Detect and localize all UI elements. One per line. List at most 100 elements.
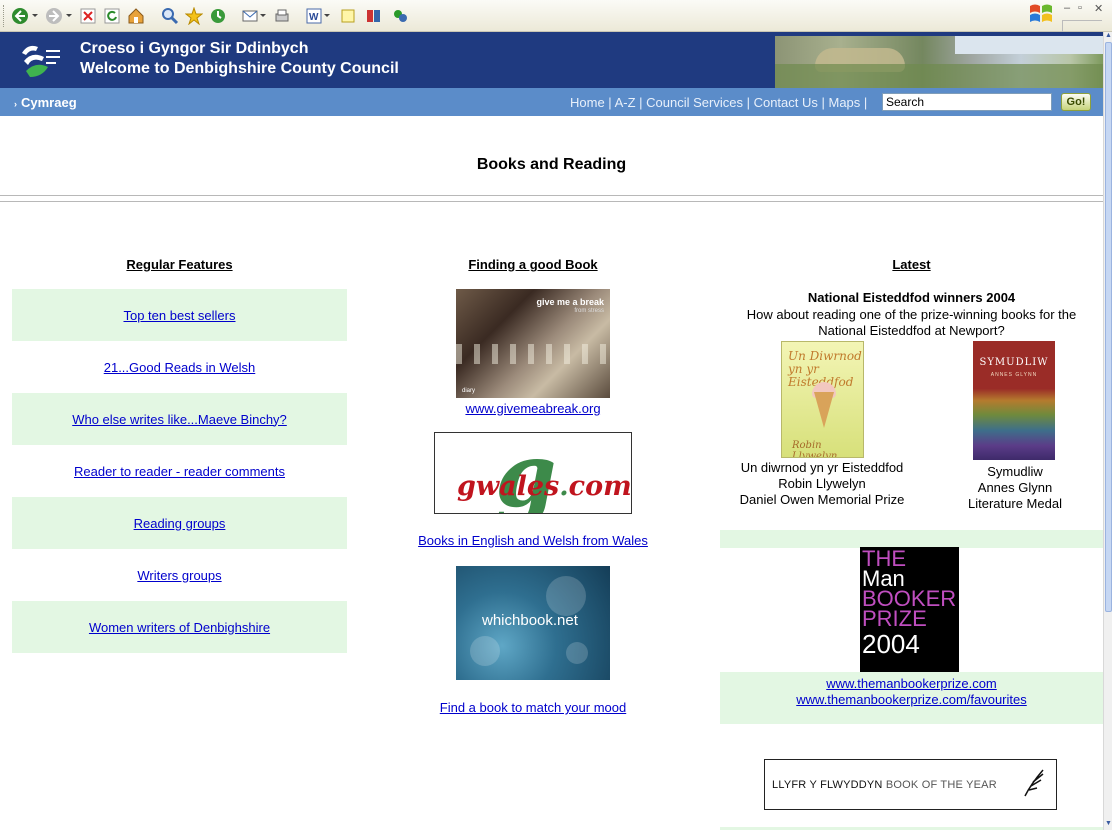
language-link-label: Cymraeg	[21, 95, 77, 110]
go-button[interactable]: Go!	[1061, 93, 1091, 111]
mail-icon[interactable]	[240, 6, 260, 26]
feature-link[interactable]: Writers groups	[137, 568, 221, 583]
print-icon[interactable]	[272, 6, 292, 26]
whichbook-image[interactable]: whichbook.net	[456, 566, 610, 680]
latest-heading: Latest	[892, 257, 931, 272]
minimize-icon[interactable]: –	[1064, 2, 1070, 14]
booker-line: 2004	[862, 629, 920, 659]
book-cover-un-diwrnod[interactable]: Un Diwrnod yn yr Eisteddfod Robin Llywel…	[781, 341, 864, 458]
givemeabreak-link-wrap: www.givemeabreak.org	[383, 401, 683, 416]
quill-icon	[1024, 769, 1044, 797]
finding-good-book-heading: Finding a good Book	[468, 257, 598, 272]
feature-link[interactable]: Reader to reader - reader comments	[74, 464, 285, 479]
list-item: Reading groups	[12, 497, 347, 549]
discuss-icon[interactable]	[338, 6, 358, 26]
site-header: Croeso i Gyngor Sir Ddinbych Welcome to …	[0, 32, 1103, 88]
browser-toolbar: W – ▫ ✕	[0, 0, 1112, 32]
llyfr-y-flwyddyn-text: LLYFR Y FLWYDDYN	[772, 778, 883, 791]
nav-links: Home | A-Z | Council Services | Contact …	[570, 95, 868, 110]
language-link[interactable]: › Cymraeg	[14, 95, 77, 110]
divider	[0, 201, 1103, 202]
search-icon[interactable]	[160, 6, 180, 26]
back-dropdown-icon[interactable]	[32, 14, 38, 17]
gwales-link-wrap: Books in English and Welsh from Wales	[383, 533, 683, 548]
nav-council-services[interactable]: Council Services	[646, 95, 743, 110]
book2-cover-title: SYMUDLIW	[979, 357, 1049, 368]
forward-dropdown-icon[interactable]	[66, 14, 72, 17]
feature-link[interactable]: Top ten best sellers	[123, 308, 235, 323]
whichbook-image-text: whichbook.net	[482, 612, 578, 629]
book1-title: Un diwrnod yn yr Eisteddfod	[740, 460, 904, 475]
givemeabreak-image[interactable]: give me a break from stress diary	[456, 289, 610, 398]
nav-home[interactable]: Home	[570, 95, 605, 110]
council-logo-icon[interactable]	[18, 41, 64, 81]
edit-word-icon[interactable]: W	[304, 6, 324, 26]
scroll-up-icon[interactable]: ▲	[1105, 32, 1112, 40]
restore-icon[interactable]: ▫	[1078, 2, 1082, 14]
forward-icon[interactable]	[44, 6, 64, 26]
givemeabreak-image-text: give me a break	[536, 297, 604, 307]
scrollbar-thumb[interactable]	[1105, 42, 1112, 612]
book1-cover-author: Robin Llywelyn	[792, 440, 838, 458]
toolbar-extra	[1062, 20, 1102, 32]
eisteddfod-intro: How about reading one of the prize-winni…	[746, 307, 1077, 338]
nav-maps[interactable]: Maps	[829, 95, 861, 110]
scroll-down-icon[interactable]: ▼	[1105, 820, 1112, 828]
home-icon[interactable]	[126, 6, 146, 26]
book1-prize: Daniel Owen Memorial Prize	[739, 492, 905, 507]
man-booker-prize-image[interactable]: THE Man BOOKER PRIZE 2004	[860, 547, 959, 672]
stop-icon[interactable]	[78, 6, 98, 26]
feature-link[interactable]: Reading groups	[134, 516, 226, 531]
refresh-icon[interactable]	[102, 6, 122, 26]
book-cover-symudliw[interactable]: SYMUDLIW ANNES GLYNN	[973, 341, 1055, 460]
mail-dropdown-icon[interactable]	[260, 14, 266, 17]
feature-link[interactable]: Women writers of Denbighshire	[89, 620, 270, 635]
givemeabreak-image-subtext: from stress	[574, 308, 604, 314]
edit-dropdown-icon[interactable]	[324, 14, 330, 17]
booker-link[interactable]: www.themanbookerprize.com	[826, 676, 997, 691]
givemeabreak-image-foot: diary	[462, 388, 476, 394]
book2-cover-author: ANNES GLYNN	[990, 372, 1038, 378]
search-input[interactable]: Search	[882, 93, 1052, 111]
research-icon[interactable]	[364, 6, 384, 26]
booker-favourites-link[interactable]: www.themanbookerprize.com/favourites	[796, 692, 1027, 707]
gwales-link[interactable]: Books in English and Welsh from Wales	[418, 533, 648, 548]
site-title-english: Welcome to Denbighshire County Council	[80, 60, 399, 77]
booker-links: www.themanbookerprize.com www.themanbook…	[720, 676, 1103, 708]
svg-text:W: W	[309, 12, 319, 23]
toolbar-grip[interactable]	[3, 5, 6, 27]
whichbook-link[interactable]: Find a book to match your mood	[440, 700, 626, 715]
list-item: Reader to reader - reader comments	[12, 445, 347, 497]
book2-author: Annes Glynn	[977, 480, 1053, 495]
eisteddfod-title: National Eisteddfod winners 2004	[807, 290, 1016, 305]
book-of-the-year-banner[interactable]: LLYFR Y FLWYDDYN BOOK OF THE YEAR	[764, 759, 1057, 810]
latest-row-shade	[720, 530, 1103, 548]
book2-title: Symudliw	[987, 464, 1043, 479]
close-icon[interactable]: ✕	[1094, 2, 1103, 15]
nav-contact-us[interactable]: Contact Us	[754, 95, 818, 110]
feature-link[interactable]: Who else writes like...Maeve Binchy?	[72, 412, 287, 427]
favorites-icon[interactable]	[184, 6, 204, 26]
booker-line: PRIZE	[862, 606, 927, 631]
history-icon[interactable]	[208, 6, 228, 26]
messenger-icon[interactable]	[390, 6, 410, 26]
list-item: Writers groups	[12, 549, 347, 601]
whichbook-link-wrap: Find a book to match your mood	[383, 700, 683, 715]
site-title-welsh: Croeso i Gyngor Sir Ddinbych	[80, 40, 309, 57]
regular-features-heading: Regular Features	[126, 257, 233, 272]
back-icon[interactable]	[10, 6, 30, 26]
givemeabreak-link[interactable]: www.givemeabreak.org	[465, 401, 600, 416]
page-viewport: Croeso i Gyngor Sir Ddinbych Welcome to …	[0, 32, 1103, 830]
book2-caption: Symudliw Annes Glynn Literature Medal	[940, 464, 1090, 512]
list-item: Top ten best sellers	[12, 289, 347, 341]
list-item: Who else writes like...Maeve Binchy?	[12, 393, 347, 445]
chevron-right-icon: ›	[14, 99, 17, 109]
book-of-the-year-text: BOOK OF THE YEAR	[885, 778, 997, 791]
landscape-banner-image	[775, 36, 1103, 88]
feature-link[interactable]: 21...Good Reads in Welsh	[104, 360, 256, 375]
nav-a-z[interactable]: A-Z	[615, 95, 636, 110]
vertical-scrollbar[interactable]: ▲ ▼	[1103, 32, 1112, 830]
list-item: 21...Good Reads in Welsh	[12, 341, 347, 393]
book1-caption: Un diwrnod yn yr Eisteddfod Robin Llywel…	[722, 460, 922, 508]
gwales-logo-image[interactable]: g gwales.com	[434, 432, 632, 514]
